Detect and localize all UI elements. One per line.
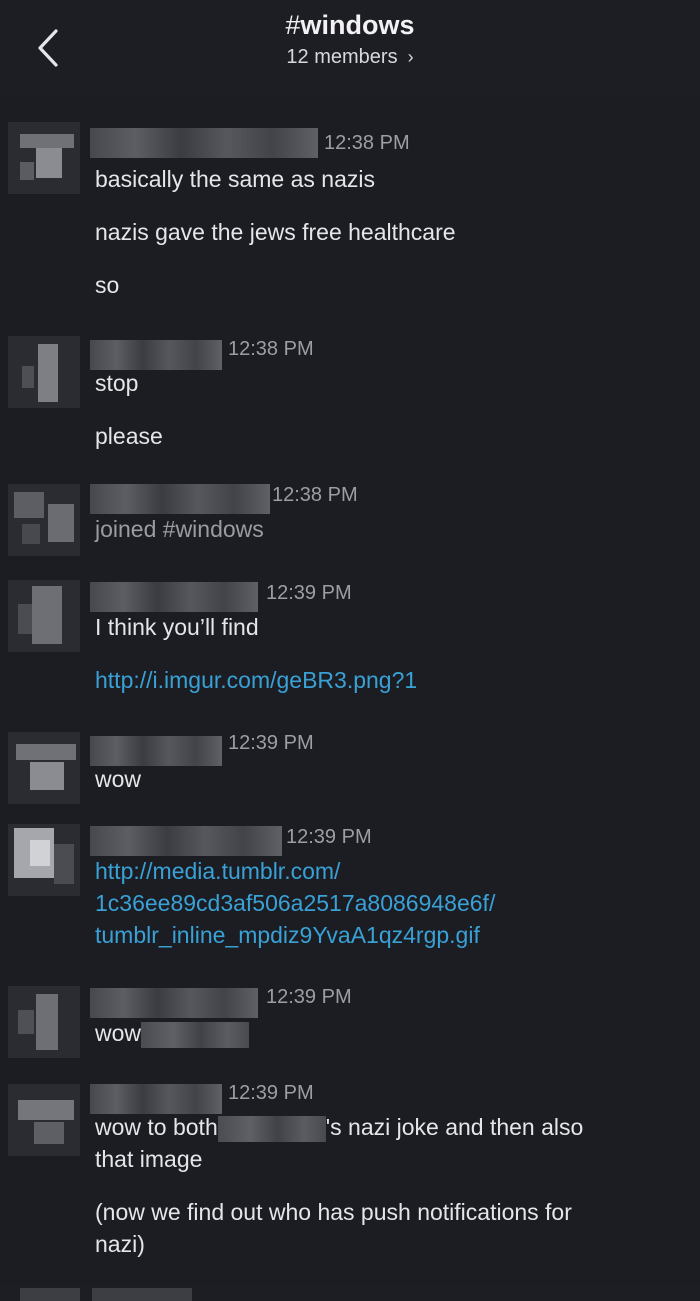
- blurred-username[interactable]: [90, 1084, 222, 1114]
- blurred-username[interactable]: [90, 340, 222, 370]
- message-link[interactable]: tumblr_inline_mpdiz9YvaA1qz4rgp.gif: [95, 922, 480, 949]
- blurred-username[interactable]: [90, 484, 270, 514]
- message-text: wow: [95, 766, 142, 792]
- avatar[interactable]: [8, 1084, 80, 1156]
- next-message-peek: [0, 1284, 700, 1301]
- channel-header: #windows 12 members ›: [0, 0, 700, 96]
- message-link[interactable]: http://i.imgur.com/geBR3.png?1: [95, 667, 417, 694]
- avatar[interactable]: [8, 824, 80, 896]
- blurred-username[interactable]: [90, 128, 318, 158]
- message-text: so: [95, 272, 120, 298]
- message-timestamp: 12:39 PM: [266, 986, 352, 1008]
- message-text: basically the same as nazis: [95, 166, 375, 192]
- message-timestamp: 12:38 PM: [228, 338, 314, 360]
- message-timestamp: 12:39 PM: [286, 826, 372, 848]
- blurred-username-peek: [92, 1288, 192, 1301]
- channel-hash: #: [285, 10, 301, 40]
- avatar[interactable]: [8, 986, 80, 1058]
- message-timestamp: 12:39 PM: [228, 1082, 314, 1104]
- message-text: nazi): [95, 1231, 145, 1257]
- channel-title: #windows: [0, 10, 700, 41]
- message-text: nazis gave the jews free healthcare: [95, 219, 456, 245]
- message-timestamp: 12:39 PM: [228, 732, 314, 754]
- blurred-username[interactable]: [90, 582, 258, 612]
- message-text: (now we find out who has push notificati…: [95, 1199, 572, 1225]
- message-text-suffix: 's nazi joke and then also: [325, 1114, 584, 1140]
- blurred-mention: [141, 1021, 250, 1048]
- message-text: wow: [95, 1020, 250, 1048]
- avatar[interactable]: [8, 732, 80, 804]
- message-text: wow to both 's nazi joke and then also: [95, 1114, 583, 1142]
- message-feed[interactable]: 12:38 PM basically the same as nazis naz…: [0, 96, 700, 1301]
- avatar[interactable]: [8, 336, 80, 408]
- message-text: please: [95, 423, 163, 449]
- blurred-username[interactable]: [90, 826, 282, 856]
- blurred-username[interactable]: [90, 988, 258, 1018]
- message-timestamp: 12:38 PM: [272, 484, 358, 506]
- message-link[interactable]: http://media.tumblr.com/: [95, 858, 340, 885]
- channel-name: windows: [300, 10, 415, 40]
- blurred-mention: [217, 1115, 326, 1142]
- message-text-prefix: wow: [95, 1020, 142, 1046]
- blurred-avatar-peek: [20, 1288, 80, 1301]
- members-link[interactable]: 12 members ›: [0, 46, 700, 69]
- members-count: 12 members: [286, 46, 398, 68]
- message-text-prefix: wow to both: [95, 1114, 218, 1140]
- message-link[interactable]: 1c36ee89cd3af506a2517a8086948e6f/: [95, 890, 495, 917]
- message-timestamp: 12:39 PM: [266, 582, 352, 604]
- message-text: stop: [95, 370, 139, 396]
- avatar[interactable]: [8, 580, 80, 652]
- system-message: joined #windows: [95, 516, 264, 542]
- message-timestamp: 12:38 PM: [324, 132, 410, 154]
- avatar[interactable]: [8, 122, 80, 194]
- blurred-username[interactable]: [90, 736, 222, 766]
- message-text: that image: [95, 1146, 203, 1172]
- chevron-right-icon: ›: [407, 47, 414, 67]
- avatar[interactable]: [8, 484, 80, 556]
- message-text: I think you’ll find: [95, 614, 259, 640]
